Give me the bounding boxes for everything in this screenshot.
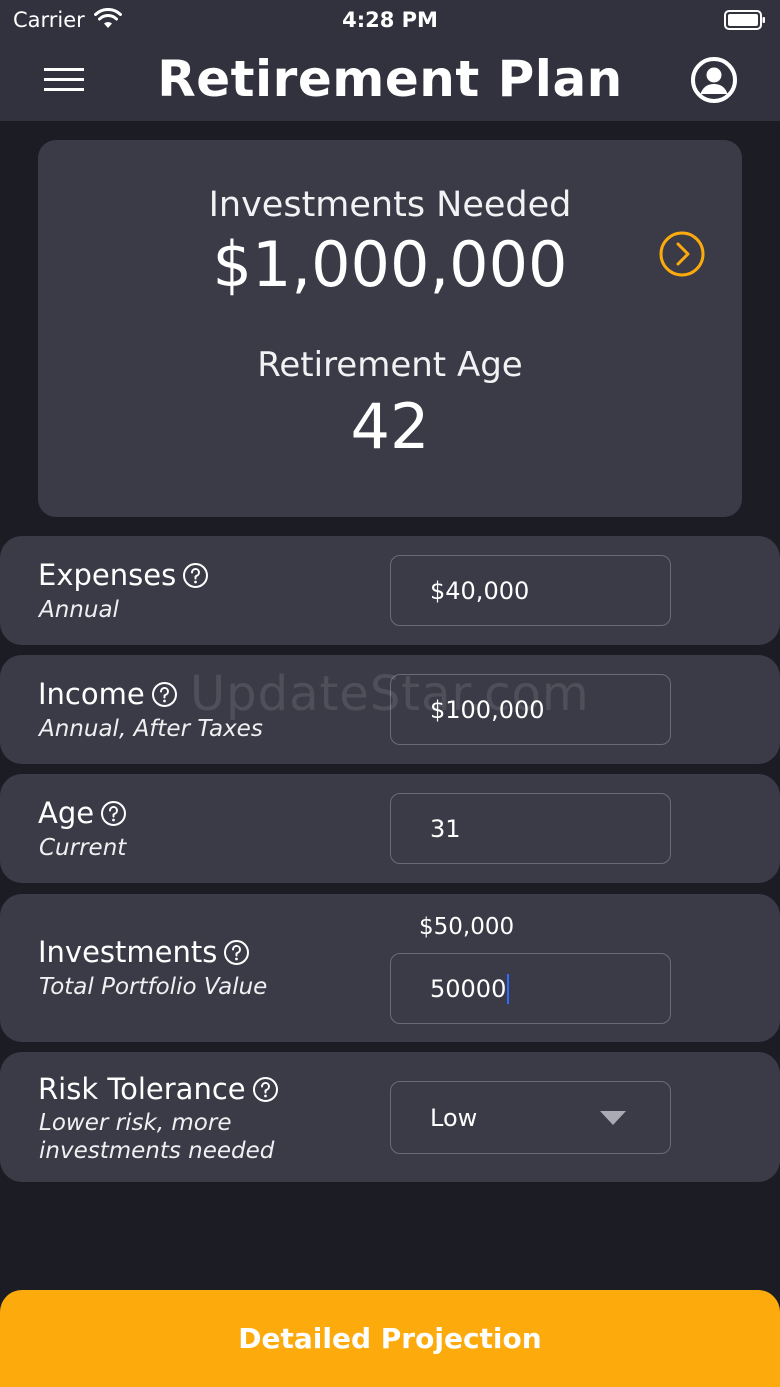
detailed-projection-button[interactable]: Detailed Projection xyxy=(0,1290,780,1387)
income-title-group: Income xyxy=(38,677,178,711)
investments-input[interactable]: 50000 xyxy=(390,953,671,1024)
expenses-input[interactable]: $40,000 xyxy=(390,555,671,626)
help-icon[interactable] xyxy=(252,1076,279,1103)
watermark: UpdateStar.com xyxy=(190,666,590,722)
risk-select-value: Low xyxy=(430,1103,478,1132)
investments-input-value: 50000 xyxy=(430,974,507,1003)
dropdown-arrow-icon xyxy=(600,1111,626,1125)
investments-title-group: Investments xyxy=(38,935,250,969)
top-bar: Carrier 4:28 PM Retirement Plan xyxy=(0,0,780,121)
age-title: Age xyxy=(38,796,95,830)
retirement-age-value: 42 xyxy=(350,390,430,463)
risk-row: Risk Tolerance Lower risk, more investme… xyxy=(0,1052,780,1182)
expenses-input-value: $40,000 xyxy=(430,576,530,605)
investments-title: Investments xyxy=(38,935,218,969)
page-title: Retirement Plan xyxy=(157,50,623,108)
age-input-value: 31 xyxy=(430,814,461,843)
help-icon[interactable] xyxy=(223,939,250,966)
investments-subtitle: Total Portfolio Value xyxy=(39,974,268,1000)
arrow-right-circle-icon[interactable] xyxy=(658,230,706,278)
expenses-subtitle: Annual xyxy=(39,597,119,623)
summary-card: Investments Needed $1,000,000 Retirement… xyxy=(38,140,742,517)
help-icon[interactable] xyxy=(100,800,127,827)
retirement-age-label: Retirement Age xyxy=(257,345,523,385)
age-title-group: Age xyxy=(38,796,127,830)
age-subtitle: Current xyxy=(39,835,127,861)
risk-title: Risk Tolerance xyxy=(38,1072,246,1106)
expenses-title: Expenses xyxy=(38,558,177,592)
investments-row: Investments Total Portfolio Value $50,00… xyxy=(0,894,780,1042)
income-title: Income xyxy=(38,677,145,711)
text-cursor xyxy=(507,973,510,1004)
risk-subtitle-line1: Lower risk, more xyxy=(39,1110,232,1136)
investments-needed-label: Investments Needed xyxy=(208,185,572,225)
help-icon[interactable] xyxy=(151,681,178,708)
risk-title-group: Risk Tolerance xyxy=(38,1072,279,1106)
age-row: Age Current 31 xyxy=(0,774,780,883)
risk-subtitle-line2: investments needed xyxy=(39,1138,275,1164)
expenses-title-group: Expenses xyxy=(38,558,209,592)
risk-subtitle: Lower risk, more investments needed xyxy=(39,1109,274,1165)
expenses-row: Expenses Annual $40,000 xyxy=(0,536,780,645)
status-time: 4:28 PM xyxy=(342,8,438,32)
age-input[interactable]: 31 xyxy=(390,793,671,864)
battery-icon xyxy=(724,10,765,30)
investments-needed-value: $1,000,000 xyxy=(212,228,568,301)
help-icon[interactable] xyxy=(182,562,209,589)
profile-icon[interactable] xyxy=(690,56,738,104)
investments-formatted-value: $50,000 xyxy=(419,914,515,940)
risk-select[interactable]: Low xyxy=(390,1081,671,1154)
